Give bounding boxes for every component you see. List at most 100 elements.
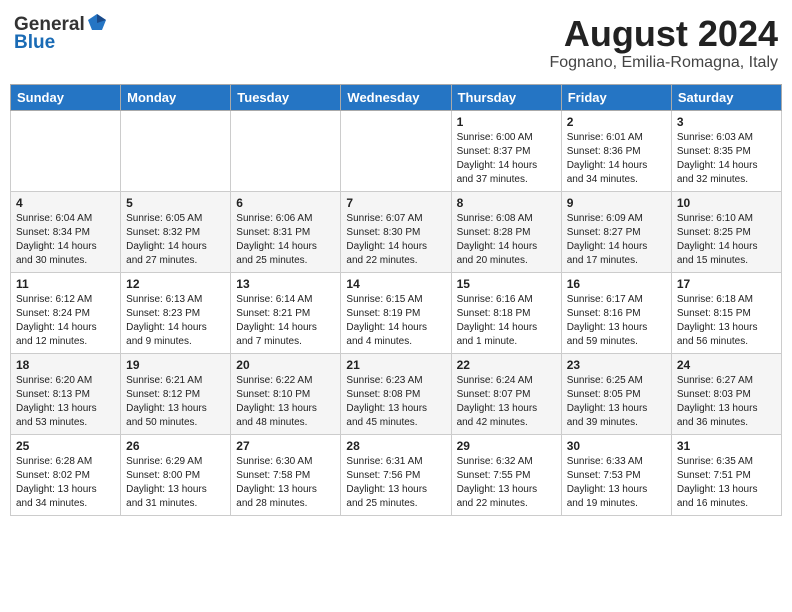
day-number: 5 — [126, 196, 225, 210]
day-info: Sunrise: 6:25 AM Sunset: 8:05 PM Dayligh… — [567, 374, 666, 430]
calendar-cell — [341, 110, 451, 191]
column-header-wednesday: Wednesday — [341, 84, 451, 110]
calendar-cell: 11 Sunrise: 6:12 AM Sunset: 8:24 PM Dayli… — [11, 272, 121, 353]
day-number: 8 — [457, 196, 556, 210]
calendar-cell — [231, 110, 341, 191]
calendar-cell: 9 Sunrise: 6:09 AM Sunset: 8:27 PM Daylig… — [561, 191, 671, 272]
calendar-cell: 14 Sunrise: 6:15 AM Sunset: 8:19 PM Dayli… — [341, 272, 451, 353]
column-header-monday: Monday — [121, 84, 231, 110]
day-number: 22 — [457, 358, 556, 372]
day-number: 11 — [16, 277, 115, 291]
day-number: 26 — [126, 439, 225, 453]
day-number: 28 — [346, 439, 445, 453]
day-info: Sunrise: 6:28 AM Sunset: 8:02 PM Dayligh… — [16, 455, 115, 511]
day-number: 24 — [677, 358, 776, 372]
day-info: Sunrise: 6:30 AM Sunset: 7:58 PM Dayligh… — [236, 455, 335, 511]
calendar-cell: 8Sunrise: 6:08 AM Sunset: 8:28 PM Daylig… — [451, 191, 561, 272]
calendar-table: SundayMondayTuesdayWednesdayThursdayFrid… — [10, 84, 782, 516]
column-header-friday: Friday — [561, 84, 671, 110]
day-number: 19 — [126, 358, 225, 372]
calendar-cell: 1 Sunrise: 6:00 AM Sunset: 8:37 PM Daylig… — [451, 110, 561, 191]
calendar-cell: 18Sunrise: 6:20 AM Sunset: 8:13 PM Dayli… — [11, 353, 121, 434]
day-number: 4 — [16, 196, 115, 210]
day-number: 23 — [567, 358, 666, 372]
calendar-week-row: 1 Sunrise: 6:00 AM Sunset: 8:37 PM Daylig… — [11, 110, 782, 191]
title-block: August 2024 Fognano, Emilia-Romagna, Ita… — [549, 14, 778, 72]
calendar-cell: 10 Sunrise: 6:10 AM Sunset: 8:25 PM Dayli… — [671, 191, 781, 272]
day-info: Sunrise: 6:05 AM Sunset: 8:32 PM Dayligh… — [126, 212, 225, 268]
day-info: Sunrise: 6:09 AM Sunset: 8:27 PM Dayligh… — [567, 212, 666, 268]
day-number: 29 — [457, 439, 556, 453]
day-info: Sunrise: 6:01 AM Sunset: 8:36 PM Dayligh… — [567, 131, 666, 187]
day-number: 12 — [126, 277, 225, 291]
calendar-cell: 26 Sunrise: 6:29 AM Sunset: 8:00 PM Dayli… — [121, 434, 231, 515]
calendar-cell: 30 Sunrise: 6:33 AM Sunset: 7:53 PM Dayli… — [561, 434, 671, 515]
calendar-header-row: SundayMondayTuesdayWednesdayThursdayFrid… — [11, 84, 782, 110]
calendar-cell: 21 Sunrise: 6:23 AM Sunset: 8:08 PM Dayli… — [341, 353, 451, 434]
calendar-cell: 19 Sunrise: 6:21 AM Sunset: 8:12 PM Dayli… — [121, 353, 231, 434]
day-number: 10 — [677, 196, 776, 210]
day-info: Sunrise: 6:31 AM Sunset: 7:56 PM Dayligh… — [346, 455, 445, 511]
day-number: 15 — [457, 277, 556, 291]
day-info: Sunrise: 6:18 AM Sunset: 8:15 PM Dayligh… — [677, 293, 776, 349]
location-title: Fognano, Emilia-Romagna, Italy — [549, 54, 778, 72]
calendar-cell: 13Sunrise: 6:14 AM Sunset: 8:21 PM Dayli… — [231, 272, 341, 353]
calendar-cell: 4Sunrise: 6:04 AM Sunset: 8:34 PM Daylig… — [11, 191, 121, 272]
calendar-cell: 3 Sunrise: 6:03 AM Sunset: 8:35 PM Daylig… — [671, 110, 781, 191]
calendar-cell: 23 Sunrise: 6:25 AM Sunset: 8:05 PM Dayli… — [561, 353, 671, 434]
day-info: Sunrise: 6:15 AM Sunset: 8:19 PM Dayligh… — [346, 293, 445, 349]
day-info: Sunrise: 6:22 AM Sunset: 8:10 PM Dayligh… — [236, 374, 335, 430]
day-number: 17 — [677, 277, 776, 291]
calendar-cell: 16Sunrise: 6:17 AM Sunset: 8:16 PM Dayli… — [561, 272, 671, 353]
day-number: 31 — [677, 439, 776, 453]
day-info: Sunrise: 6:27 AM Sunset: 8:03 PM Dayligh… — [677, 374, 776, 430]
calendar-cell: 15Sunrise: 6:16 AM Sunset: 8:18 PM Dayli… — [451, 272, 561, 353]
calendar-week-row: 25Sunrise: 6:28 AM Sunset: 8:02 PM Dayli… — [11, 434, 782, 515]
calendar-cell: 7Sunrise: 6:07 AM Sunset: 8:30 PM Daylig… — [341, 191, 451, 272]
day-number: 9 — [567, 196, 666, 210]
day-number: 13 — [236, 277, 335, 291]
day-info: Sunrise: 6:10 AM Sunset: 8:25 PM Dayligh… — [677, 212, 776, 268]
day-info: Sunrise: 6:21 AM Sunset: 8:12 PM Dayligh… — [126, 374, 225, 430]
month-title: August 2024 — [549, 14, 778, 54]
day-number: 6 — [236, 196, 335, 210]
day-number: 30 — [567, 439, 666, 453]
day-number: 2 — [567, 115, 666, 129]
calendar-week-row: 18Sunrise: 6:20 AM Sunset: 8:13 PM Dayli… — [11, 353, 782, 434]
day-info: Sunrise: 6:06 AM Sunset: 8:31 PM Dayligh… — [236, 212, 335, 268]
day-info: Sunrise: 6:33 AM Sunset: 7:53 PM Dayligh… — [567, 455, 666, 511]
day-number: 20 — [236, 358, 335, 372]
calendar-cell: 22 Sunrise: 6:24 AM Sunset: 8:07 PM Dayli… — [451, 353, 561, 434]
calendar-cell: 24 Sunrise: 6:27 AM Sunset: 8:03 PM Dayli… — [671, 353, 781, 434]
logo: General Blue — [14, 14, 108, 54]
calendar-week-row: 4Sunrise: 6:04 AM Sunset: 8:34 PM Daylig… — [11, 191, 782, 272]
day-number: 18 — [16, 358, 115, 372]
day-info: Sunrise: 6:03 AM Sunset: 8:35 PM Dayligh… — [677, 131, 776, 187]
calendar-cell: 2 Sunrise: 6:01 AM Sunset: 8:36 PM Daylig… — [561, 110, 671, 191]
day-number: 14 — [346, 277, 445, 291]
day-info: Sunrise: 6:12 AM Sunset: 8:24 PM Dayligh… — [16, 293, 115, 349]
day-info: Sunrise: 6:24 AM Sunset: 8:07 PM Dayligh… — [457, 374, 556, 430]
column-header-saturday: Saturday — [671, 84, 781, 110]
day-number: 3 — [677, 115, 776, 129]
page-header: General Blue August 2024 Fognano, Emilia… — [10, 10, 782, 76]
day-info: Sunrise: 6:00 AM Sunset: 8:37 PM Dayligh… — [457, 131, 556, 187]
day-info: Sunrise: 6:32 AM Sunset: 7:55 PM Dayligh… — [457, 455, 556, 511]
calendar-cell: 29 Sunrise: 6:32 AM Sunset: 7:55 PM Dayli… — [451, 434, 561, 515]
logo-icon — [86, 12, 108, 34]
calendar-cell — [121, 110, 231, 191]
day-info: Sunrise: 6:17 AM Sunset: 8:16 PM Dayligh… — [567, 293, 666, 349]
day-info: Sunrise: 6:07 AM Sunset: 8:30 PM Dayligh… — [346, 212, 445, 268]
day-info: Sunrise: 6:29 AM Sunset: 8:00 PM Dayligh… — [126, 455, 225, 511]
calendar-cell: 25Sunrise: 6:28 AM Sunset: 8:02 PM Dayli… — [11, 434, 121, 515]
calendar-cell: 17 Sunrise: 6:18 AM Sunset: 8:15 PM Dayli… — [671, 272, 781, 353]
column-header-sunday: Sunday — [11, 84, 121, 110]
day-number: 1 — [457, 115, 556, 129]
calendar-cell: 6 Sunrise: 6:06 AM Sunset: 8:31 PM Daylig… — [231, 191, 341, 272]
calendar-cell: 28 Sunrise: 6:31 AM Sunset: 7:56 PM Dayli… — [341, 434, 451, 515]
day-info: Sunrise: 6:23 AM Sunset: 8:08 PM Dayligh… — [346, 374, 445, 430]
column-header-thursday: Thursday — [451, 84, 561, 110]
column-header-tuesday: Tuesday — [231, 84, 341, 110]
calendar-week-row: 11 Sunrise: 6:12 AM Sunset: 8:24 PM Dayli… — [11, 272, 782, 353]
day-number: 21 — [346, 358, 445, 372]
